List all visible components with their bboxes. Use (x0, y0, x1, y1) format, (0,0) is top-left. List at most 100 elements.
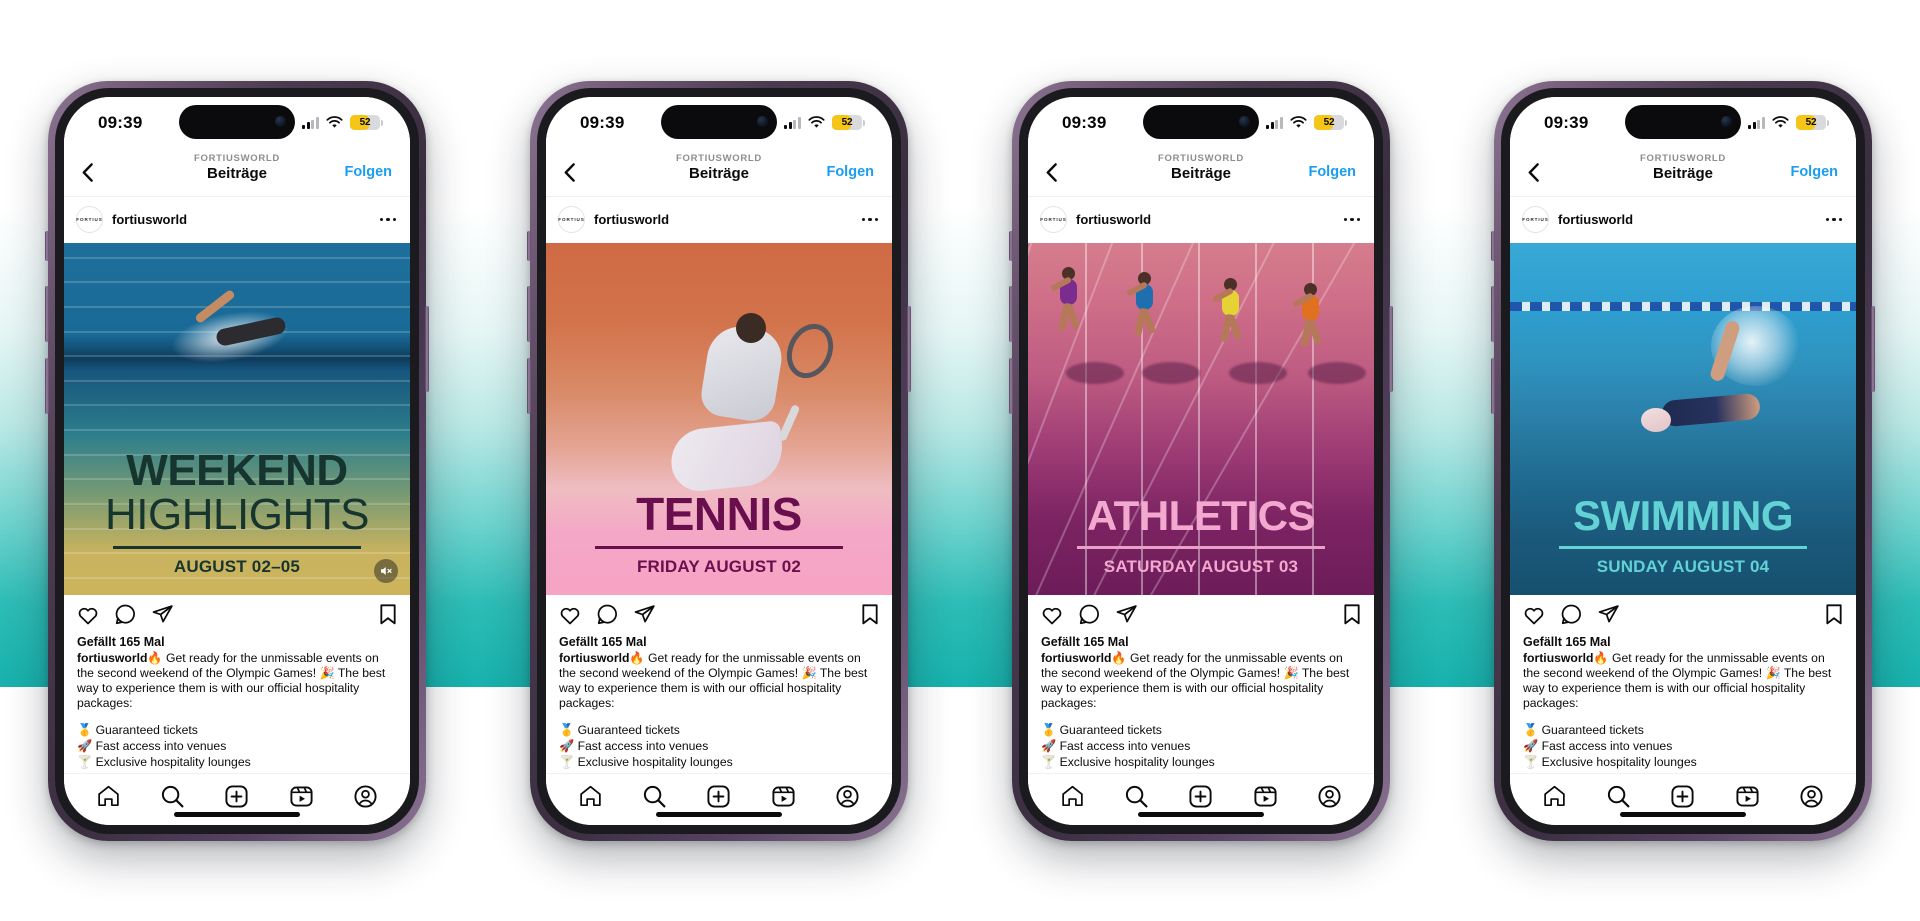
caption-username[interactable]: fortiusworld (1041, 651, 1111, 665)
volume-up-button[interactable] (1009, 285, 1013, 342)
ellipsis-icon[interactable] (379, 217, 396, 222)
avatar[interactable]: FORTIUS (558, 206, 585, 233)
tab-profile[interactable] (836, 784, 859, 808)
power-button[interactable] (1389, 305, 1393, 392)
phone-tennis: 09:39 52 FORTIUSWORLD Beiträge Folgen FO… (527, 80, 911, 841)
bookmark-icon[interactable] (1343, 604, 1361, 625)
power-button[interactable] (425, 305, 429, 392)
tab-profile[interactable] (1800, 784, 1823, 808)
volume-up-button[interactable] (45, 285, 49, 342)
media-title-line1: ATHLETICS (1086, 491, 1316, 539)
tab-home[interactable] (1543, 785, 1566, 807)
tab-reels[interactable] (1254, 785, 1277, 808)
media-title-line1: WEEKEND (126, 445, 348, 495)
post-username[interactable]: fortiusworld (1558, 212, 1633, 227)
volume-down-button[interactable] (45, 357, 49, 414)
volume-down-button[interactable] (1491, 357, 1495, 414)
tab-profile[interactable] (354, 784, 377, 808)
silent-switch[interactable] (1009, 230, 1013, 261)
comment-bubble-icon[interactable] (1079, 604, 1100, 625)
tab-reels[interactable] (1736, 785, 1759, 808)
tab-search[interactable] (1125, 785, 1148, 808)
heart-icon[interactable] (1523, 605, 1545, 625)
tab-search[interactable] (161, 785, 184, 808)
cellular-signal-icon (1748, 116, 1765, 129)
tab-create[interactable] (707, 784, 731, 808)
tab-create[interactable] (1189, 784, 1213, 808)
post-action-bar (1510, 594, 1856, 635)
bookmark-icon[interactable] (861, 604, 879, 625)
tab-search[interactable] (643, 785, 666, 808)
paper-plane-icon[interactable] (1116, 604, 1137, 625)
follow-button[interactable]: Folgen (826, 164, 874, 180)
back-chevron-icon[interactable] (1528, 162, 1552, 182)
follow-button[interactable]: Folgen (344, 164, 392, 180)
post-media[interactable]: TENNIS FRIDAY AUGUST 02 (546, 242, 892, 595)
avatar[interactable]: FORTIUS (1522, 206, 1549, 233)
volume-down-button[interactable] (1009, 357, 1013, 414)
media-date-label: SUNDAY AUGUST 04 (1596, 556, 1770, 576)
ellipsis-icon[interactable] (861, 217, 878, 222)
bookmark-icon[interactable] (379, 604, 397, 625)
heart-icon[interactable] (77, 605, 99, 625)
media-caption-block: ATHLETICS SATURDAY AUGUST 03 (1028, 491, 1374, 577)
caption-username[interactable]: fortiusworld (77, 651, 147, 665)
tab-create[interactable] (1671, 784, 1695, 808)
paper-plane-icon[interactable] (152, 604, 173, 625)
volume-up-button[interactable] (1491, 285, 1495, 342)
tab-profile[interactable] (1318, 784, 1341, 808)
status-bar-time: 09:39 (580, 112, 625, 132)
media-date-label: SATURDAY AUGUST 03 (1103, 556, 1299, 576)
ellipsis-icon[interactable] (1825, 217, 1842, 222)
bullet-emoji: 🚀 (1041, 739, 1060, 754)
post-username[interactable]: fortiusworld (1076, 212, 1151, 227)
app-tab-bar (64, 772, 410, 825)
speaker-muted-icon[interactable] (374, 558, 398, 583)
avatar[interactable]: FORTIUS (1040, 206, 1067, 233)
post-media[interactable]: WEEKEND HIGHLIGHTS AUGUST 02–05 (64, 242, 410, 595)
paper-plane-icon[interactable] (1598, 604, 1619, 625)
volume-down-button[interactable] (527, 357, 531, 414)
battery-indicator: 52 (1314, 115, 1347, 130)
follow-button[interactable]: Folgen (1308, 164, 1356, 180)
tab-home[interactable] (579, 785, 602, 807)
status-bar-time: 09:39 (98, 112, 143, 132)
back-chevron-icon[interactable] (564, 162, 588, 182)
cellular-signal-icon (302, 116, 319, 129)
tab-search[interactable] (1607, 785, 1630, 808)
tab-home[interactable] (97, 785, 120, 807)
back-chevron-icon[interactable] (1046, 162, 1070, 182)
heart-icon[interactable] (559, 605, 581, 625)
silent-switch[interactable] (45, 230, 49, 261)
power-button[interactable] (1871, 305, 1875, 392)
post-username[interactable]: fortiusworld (112, 212, 187, 227)
caption-username[interactable]: fortiusworld (1523, 651, 1593, 665)
comment-bubble-icon[interactable] (1561, 604, 1582, 625)
comment-bubble-icon[interactable] (115, 604, 136, 625)
tab-reels[interactable] (772, 785, 795, 808)
ellipsis-icon[interactable] (1343, 217, 1360, 222)
silent-switch[interactable] (527, 230, 531, 261)
caption-text: fortiusworld🔥 Get ready for the unmissab… (77, 651, 397, 712)
follow-button[interactable]: Folgen (1790, 164, 1838, 180)
post-username[interactable]: fortiusworld (594, 212, 669, 227)
avatar[interactable]: FORTIUS (76, 206, 103, 233)
tab-home[interactable] (1061, 785, 1084, 807)
volume-up-button[interactable] (527, 285, 531, 342)
bullet-label: Exclusive hospitality lounges (95, 754, 251, 769)
caption-username[interactable]: fortiusworld (559, 651, 629, 665)
power-button[interactable] (907, 305, 911, 392)
bullet-label: Fast access into venues (1059, 739, 1191, 754)
silent-switch[interactable] (1491, 230, 1495, 261)
post-media[interactable]: SWIMMING SUNDAY AUGUST 04 (1510, 242, 1856, 595)
tab-create[interactable] (225, 784, 249, 808)
back-chevron-icon[interactable] (82, 162, 106, 182)
comment-bubble-icon[interactable] (597, 604, 618, 625)
tab-reels[interactable] (290, 785, 313, 808)
paper-plane-icon[interactable] (634, 604, 655, 625)
post-media[interactable]: ATHLETICS SATURDAY AUGUST 03 (1028, 242, 1374, 595)
battery-percent-label: 52 (841, 117, 853, 128)
heart-icon[interactable] (1041, 605, 1063, 625)
caption-bullet-3: 🍸 Exclusive hospitality lounges (559, 755, 879, 771)
bookmark-icon[interactable] (1825, 604, 1843, 625)
